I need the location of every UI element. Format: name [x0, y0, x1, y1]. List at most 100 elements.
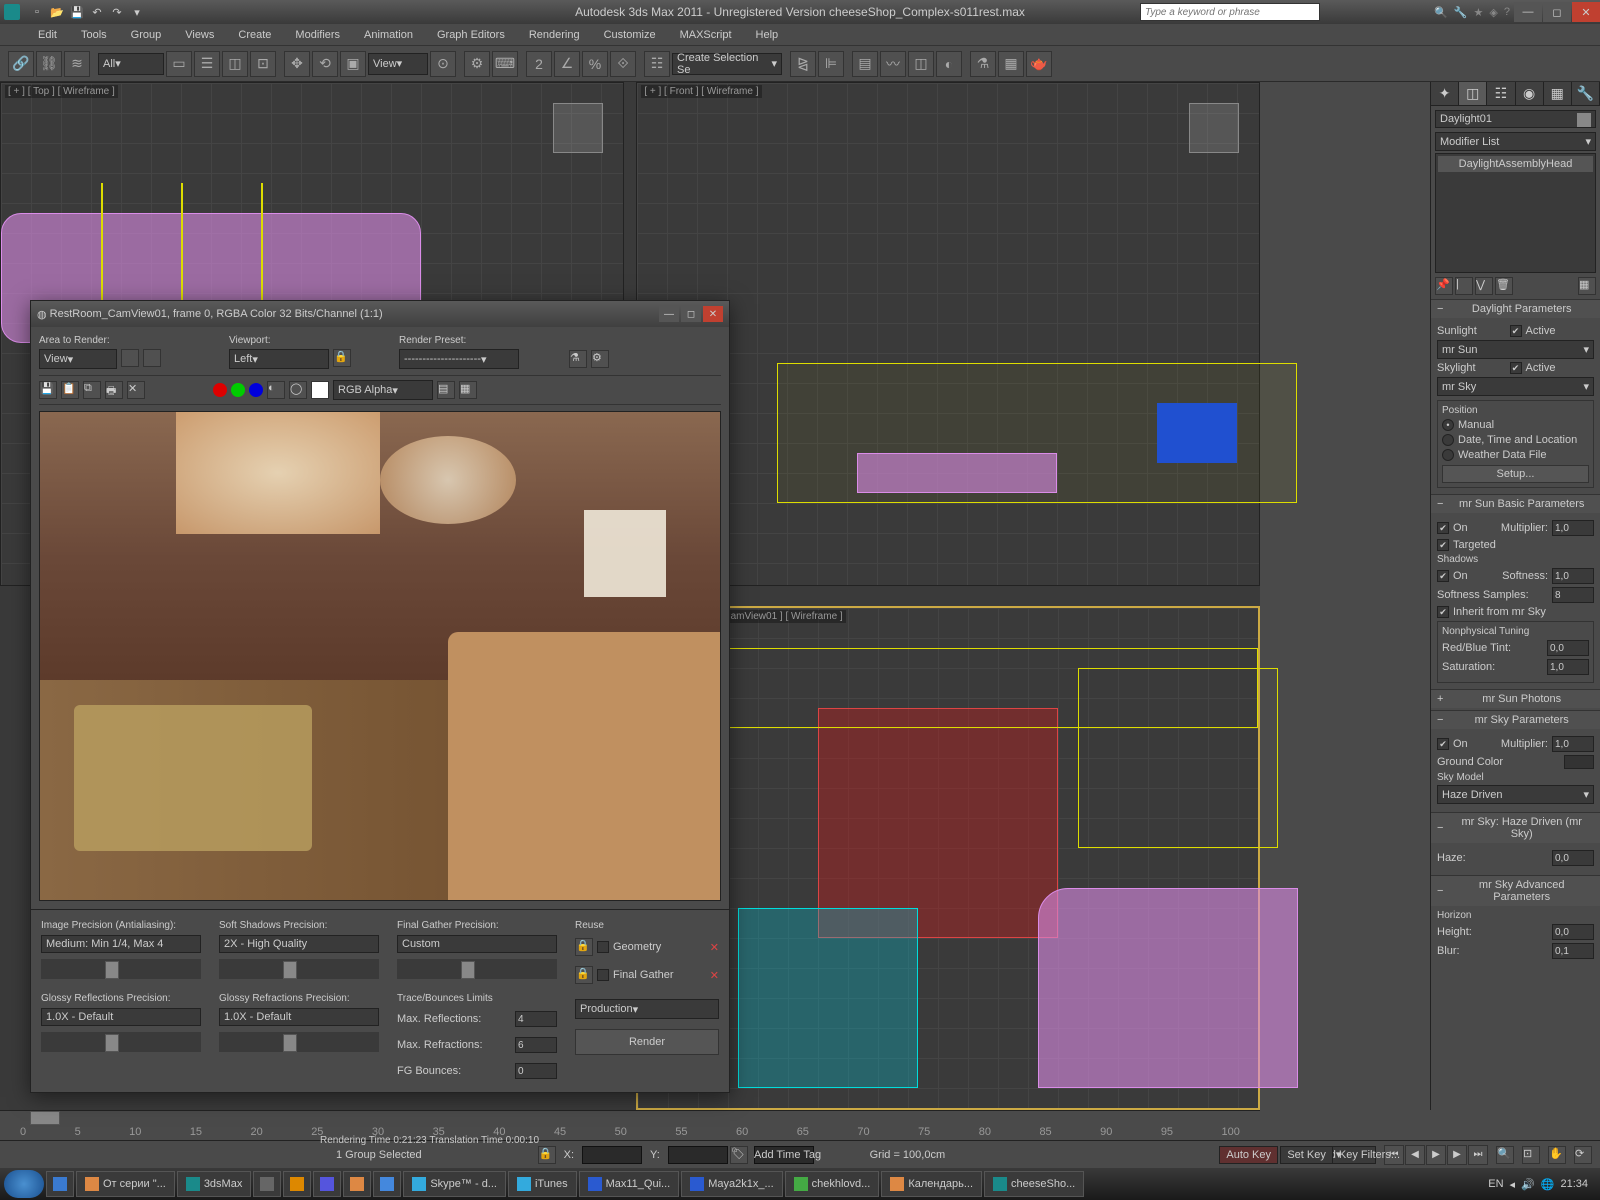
production-combo[interactable]: Production ▾ [575, 999, 719, 1019]
prev-frame-icon[interactable]: ◀ [1405, 1145, 1425, 1165]
reuse-fg-checkbox[interactable] [597, 969, 609, 981]
lock-icon[interactable]: 🔒 [333, 349, 351, 367]
viewcube-front[interactable] [1189, 103, 1239, 153]
clock[interactable]: 21:34 [1560, 1178, 1588, 1190]
sun-on-checkbox[interactable]: ✔ [1437, 522, 1449, 534]
star-icon[interactable]: ★ [1474, 6, 1484, 19]
reuse-geom-checkbox[interactable] [597, 941, 609, 953]
new-icon[interactable]: ▫ [28, 3, 46, 21]
motion-tab-icon[interactable]: ◉ [1516, 82, 1544, 105]
viewport-front-label[interactable]: [ + ] [ Front ] [ Wireframe ] [641, 85, 761, 98]
red-channel-icon[interactable] [213, 383, 227, 397]
ground-color-swatch[interactable] [1564, 755, 1594, 769]
menu-grapheditors[interactable]: Graph Editors [429, 27, 513, 43]
select-icon[interactable]: ▭ [166, 51, 192, 77]
schematic-icon[interactable]: ◫ [908, 51, 934, 77]
render-minimize-button[interactable]: — [659, 306, 679, 322]
rotate-icon[interactable]: ⟲ [312, 51, 338, 77]
task-item[interactable]: Календарь... [881, 1171, 982, 1197]
stack-item[interactable]: DaylightAssemblyHead [1438, 156, 1593, 172]
print-icon[interactable]: 🖶 [105, 381, 123, 399]
viewport-combo[interactable]: Left ▾ [229, 349, 329, 369]
angle-snap-icon[interactable]: ∠ [554, 51, 580, 77]
window-crossing-icon[interactable]: ⊡ [250, 51, 276, 77]
mono-icon[interactable]: ◯ [289, 381, 307, 399]
soft-shadows-slider[interactable] [219, 959, 379, 979]
sky-model-combo[interactable]: Haze Driven▾ [1437, 785, 1594, 804]
layers-icon[interactable]: ▤ [852, 51, 878, 77]
key-icon[interactable]: 🔧 [1454, 6, 1468, 19]
configure-icon[interactable]: ▦ [1578, 277, 1596, 295]
show-end-icon[interactable]: | [1455, 277, 1473, 295]
move-icon[interactable]: ✥ [284, 51, 310, 77]
sun-mult-spinner[interactable]: 1,0 [1552, 520, 1594, 536]
daylight-params-rollout[interactable]: −Daylight Parameters [1431, 300, 1600, 318]
clone-icon[interactable]: ⧉ [83, 381, 101, 399]
sky-mult-spinner[interactable]: 1,0 [1552, 736, 1594, 752]
goto-end-icon[interactable]: ⏭ [1468, 1145, 1488, 1165]
menu-create[interactable]: Create [230, 27, 279, 43]
render-setup-icon[interactable]: ⚗ [970, 51, 996, 77]
spinner-snap-icon[interactable]: ⟐ [610, 51, 636, 77]
skylight-combo[interactable]: mr Sky▾ [1437, 377, 1594, 396]
tray-icon[interactable]: ◂ [1510, 1178, 1516, 1191]
pin-stack-icon[interactable]: 📌 [1435, 277, 1453, 295]
create-tab-icon[interactable]: ✦ [1431, 82, 1459, 105]
menu-views[interactable]: Views [177, 27, 222, 43]
align-icon[interactable]: ⊫ [818, 51, 844, 77]
menu-customize[interactable]: Customize [596, 27, 664, 43]
maximize-button[interactable]: ◻ [1543, 2, 1571, 22]
region-icon[interactable] [121, 349, 139, 367]
task-item[interactable] [313, 1171, 341, 1197]
horizon-blur-spinner[interactable]: 0,1 [1552, 943, 1594, 959]
keyfilters-button[interactable]: Key Filters... [1339, 1149, 1400, 1161]
lock-fg-icon[interactable]: 🔒 [575, 966, 593, 984]
snap-icon[interactable]: 2 [526, 51, 552, 77]
ie-icon[interactable] [46, 1171, 74, 1197]
task-item[interactable]: chekhlovd... [785, 1171, 880, 1197]
environment-icon[interactable]: ⚙ [591, 350, 609, 368]
glossy-refr-slider[interactable] [219, 1032, 379, 1052]
timeline-slider[interactable] [30, 1111, 60, 1125]
unique-icon[interactable]: ⋁ [1475, 277, 1493, 295]
rendered-image[interactable] [39, 411, 721, 901]
toggle-ui-icon[interactable]: ▤ [437, 381, 455, 399]
preset-combo[interactable]: --------------------- ▾ [399, 349, 519, 369]
render-close-button[interactable]: ✕ [703, 306, 723, 322]
mirror-icon[interactable]: ⧎ [790, 51, 816, 77]
scale-icon[interactable]: ▣ [340, 51, 366, 77]
close-button[interactable]: ✕ [1572, 2, 1600, 22]
open-icon[interactable]: 📂 [48, 3, 66, 21]
hierarchy-tab-icon[interactable]: ☷ [1487, 82, 1515, 105]
setkey-button[interactable]: Set Key [1280, 1146, 1333, 1164]
horizon-height-spinner[interactable]: 0,0 [1552, 924, 1594, 940]
y-coord-field[interactable] [668, 1146, 728, 1164]
manual-radio[interactable]: • [1442, 419, 1454, 431]
menu-help[interactable]: Help [748, 27, 787, 43]
remove-mod-icon[interactable]: 🗑 [1495, 277, 1513, 295]
task-item[interactable]: 3dsMax [177, 1171, 252, 1197]
viewport-top-label[interactable]: [ + ] [ Top ] [ Wireframe ] [5, 85, 118, 98]
timeline[interactable]: 0510152025303540455055606570758085909510… [0, 1110, 1260, 1140]
render-setup-icon-small[interactable]: ⚗ [569, 350, 587, 368]
language-indicator[interactable]: EN [1488, 1178, 1503, 1190]
sun-photons-rollout[interactable]: +mr Sun Photons [1431, 690, 1600, 708]
percent-snap-icon[interactable]: % [582, 51, 608, 77]
next-frame-icon[interactable]: ▶ [1447, 1145, 1467, 1165]
material-editor-icon[interactable]: ◐ [936, 51, 962, 77]
sun-basic-rollout[interactable]: −mr Sun Basic Parameters [1431, 495, 1600, 513]
fg-precision-slider[interactable] [397, 959, 557, 979]
task-item[interactable]: Maya2k1x_... [681, 1171, 782, 1197]
menu-rendering[interactable]: Rendering [521, 27, 588, 43]
nav-pan-icon[interactable]: ✋ [1548, 1146, 1566, 1164]
menu-tools[interactable]: Tools [73, 27, 115, 43]
sky-on-checkbox[interactable]: ✔ [1437, 738, 1449, 750]
task-item[interactable]: Skype™ - d... [403, 1171, 506, 1197]
task-item[interactable]: cheeseSho... [984, 1171, 1084, 1197]
max-refl-spinner[interactable]: 4 [515, 1011, 557, 1027]
nav-orbit-icon[interactable]: ⟳ [1574, 1146, 1592, 1164]
render-button[interactable]: Render [575, 1029, 719, 1055]
weather-radio[interactable] [1442, 449, 1454, 461]
start-button[interactable] [4, 1170, 44, 1198]
alpha-channel-icon[interactable]: ◐ [267, 381, 285, 399]
